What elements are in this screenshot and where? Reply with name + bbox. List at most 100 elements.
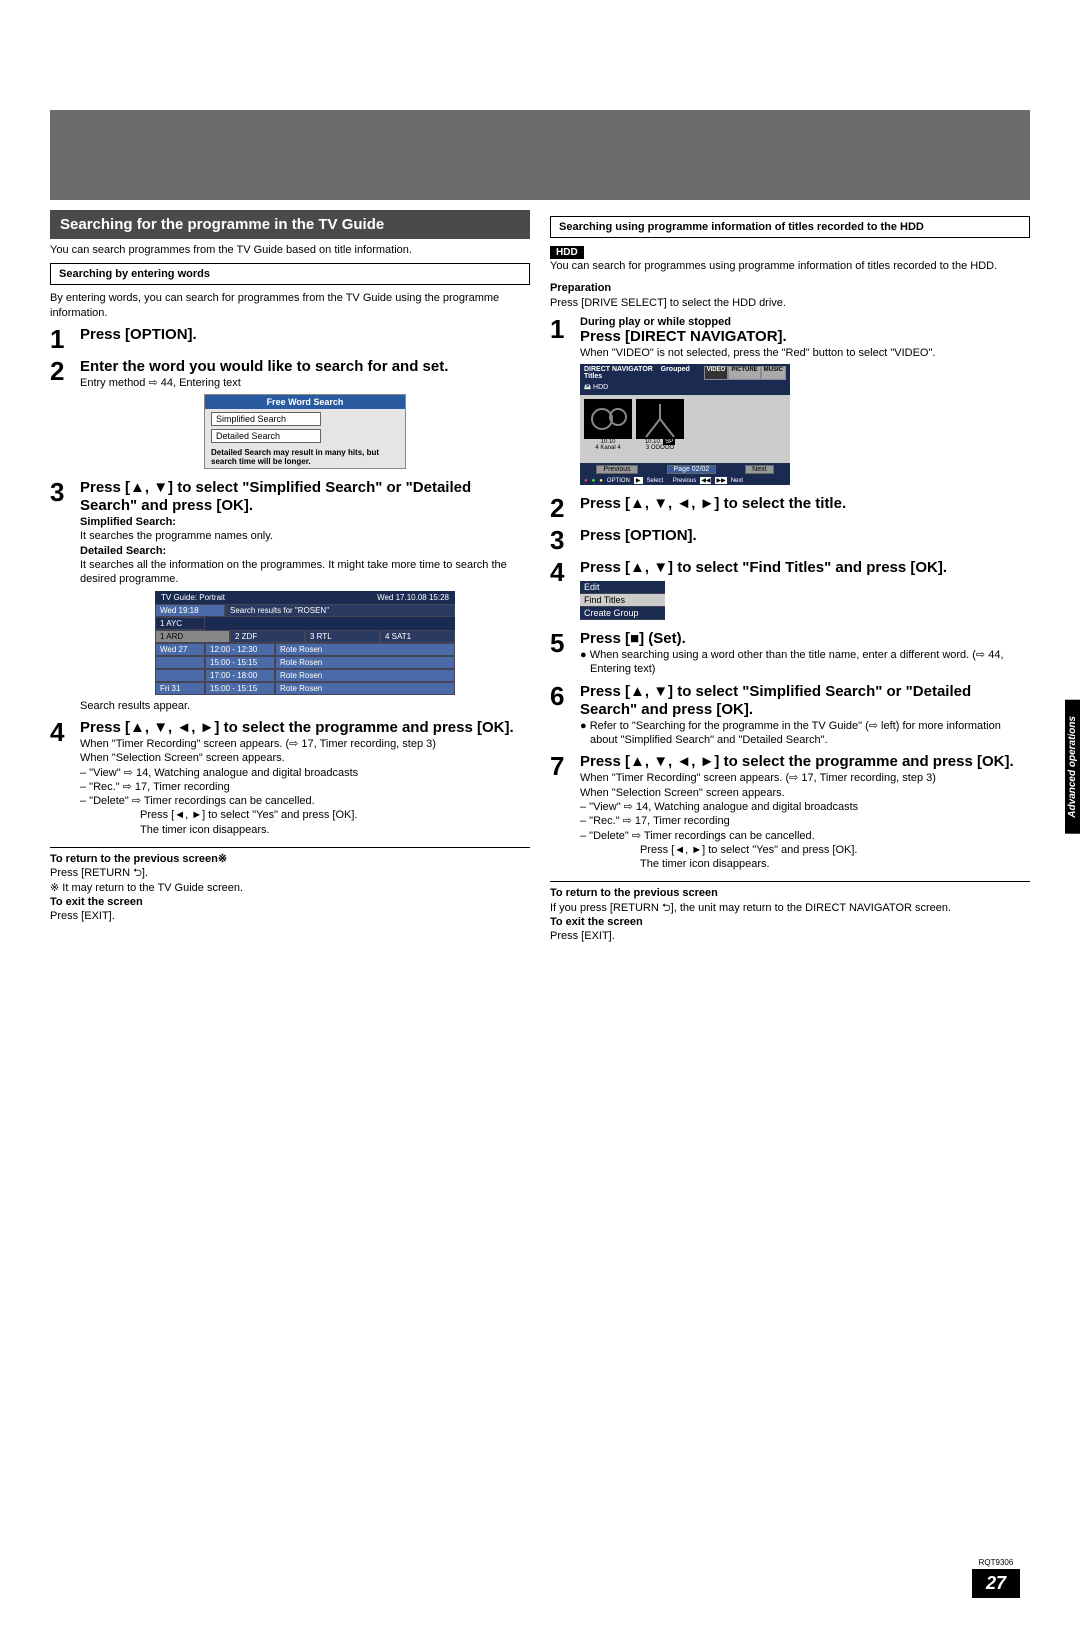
return-body: If you press [RETURN ⮌], the unit may re… bbox=[550, 901, 1030, 915]
step-number: 7 bbox=[550, 753, 580, 779]
return-title: To return to the previous screen bbox=[550, 887, 718, 899]
nav-thumb bbox=[636, 399, 684, 439]
step-number: 3 bbox=[550, 527, 580, 553]
step-number: 1 bbox=[550, 316, 580, 342]
ctrl-next: Next bbox=[731, 478, 743, 484]
nav-title: DIRECT NAVIGATOR bbox=[584, 366, 653, 373]
right-column: Searching using programme information of… bbox=[550, 210, 1030, 944]
line: When "Selection Screen" screen appears. bbox=[80, 751, 530, 765]
cell: Rote Rosen bbox=[275, 656, 455, 669]
step-number: 1 bbox=[50, 326, 80, 352]
step-note: ● When searching using a word other than… bbox=[580, 648, 1030, 677]
step-4-left: 4 Press [▲, ▼, ◄, ►] to select the progr… bbox=[50, 719, 530, 837]
step-title: Press [▲, ▼, ◄, ►] to select the program… bbox=[80, 719, 530, 737]
step-number: 3 bbox=[50, 479, 80, 505]
thumb-channel: 3 OOOOO bbox=[646, 445, 674, 451]
intro-right: You can search for programmes using prog… bbox=[550, 259, 1030, 273]
step-note: ● Refer to "Searching for the programme … bbox=[580, 719, 1030, 748]
free-word-search-graphic: Free Word Search Simplified Search Detai… bbox=[204, 394, 406, 469]
step-title: Press [▲, ▼] to select "Simplified Searc… bbox=[580, 683, 1030, 719]
line-delete: – "Delete" ⇨ Timer recordings can be can… bbox=[80, 794, 530, 808]
tripod-icon bbox=[636, 399, 684, 439]
step-number: 2 bbox=[50, 358, 80, 384]
step-2-right: 2 Press [▲, ▼, ◄, ►] to select the title… bbox=[550, 495, 1030, 521]
page-number-block: RQT9306 27 bbox=[972, 1558, 1020, 1598]
line-view: – "View" ⇨ 14, Watching analogue and dig… bbox=[80, 766, 530, 780]
edit-menu-graphic: Edit Find Titles Create Group bbox=[580, 581, 665, 620]
hdd-badge: HDD bbox=[550, 246, 584, 259]
ctrl-option: OPTION bbox=[607, 478, 630, 484]
step-1-left: 1 Press [OPTION]. bbox=[50, 326, 530, 352]
tv-icon bbox=[584, 399, 632, 439]
step-number: 2 bbox=[550, 495, 580, 521]
edit-menu-item-active: Find Titles bbox=[580, 594, 665, 607]
nav-page: Page 02/02 bbox=[667, 465, 717, 474]
exit-body: Press [EXIT]. bbox=[550, 929, 1030, 943]
tvguide-label: TV Guide: Portrait bbox=[161, 593, 225, 602]
cell: Rote Rosen bbox=[275, 682, 455, 695]
tab: 2 ZDF bbox=[230, 630, 305, 643]
sub-box-entering-words: Searching by entering words bbox=[50, 263, 530, 285]
step-sub: Entry method ⇨ 44, Entering text bbox=[80, 376, 530, 390]
left-column: Searching for the programme in the TV Gu… bbox=[50, 210, 530, 924]
cell: Fri 31 bbox=[155, 682, 205, 695]
intro-left: You can search programmes from the TV Gu… bbox=[50, 243, 530, 257]
return-body: Press [RETURN ⮌]. bbox=[50, 866, 530, 880]
step-title: Press [OPTION]. bbox=[580, 527, 1030, 545]
detailed-label: Detailed Search: bbox=[80, 545, 166, 557]
step-title: Press [▲, ▼, ◄, ►] to select the program… bbox=[580, 753, 1030, 771]
step-7-right: 7 Press [▲, ▼, ◄, ►] to select the progr… bbox=[550, 753, 1030, 871]
line-delete: – "Delete" ⇨ Timer recordings can be can… bbox=[580, 829, 1030, 843]
tvguide-datetime: Wed 17.10.08 15:28 bbox=[377, 593, 449, 602]
nav-tab: PICTURE bbox=[728, 366, 760, 380]
line-delete-sub2: The timer icon disappears. bbox=[80, 823, 530, 837]
doc-id: RQT9306 bbox=[972, 1558, 1020, 1567]
tab: 1 AYC bbox=[155, 617, 205, 630]
search-results-caption: Search results appear. bbox=[80, 699, 530, 713]
simplified-search-btn: Simplified Search bbox=[211, 412, 321, 426]
tab: 4 SAT1 bbox=[380, 630, 455, 643]
step-title: Press [OPTION]. bbox=[80, 326, 530, 344]
nav-tab: MUSIC bbox=[761, 366, 786, 380]
ctrl-select: Select bbox=[647, 478, 664, 484]
step-sub: When "VIDEO" is not selected, press the … bbox=[580, 346, 1030, 360]
step-3-right: 3 Press [OPTION]. bbox=[550, 527, 1030, 553]
line-delete-sub2: The timer icon disappears. bbox=[580, 857, 1030, 871]
nav-prev-btn: Previous bbox=[596, 465, 637, 474]
thumb-channel: 4 Kanal 4 bbox=[595, 445, 620, 451]
nav-thumb bbox=[584, 399, 632, 439]
simplified-text: It searches the programme names only. bbox=[80, 529, 530, 543]
search-results-graphic: TV Guide: Portrait Wed 17.10.08 15:28 We… bbox=[155, 591, 455, 695]
step-title: Press [▲, ▼] to select "Find Titles" and… bbox=[580, 559, 1030, 577]
cell: 17:00 - 18:00 bbox=[205, 669, 275, 682]
cell: Wed 27 bbox=[155, 643, 205, 656]
step-title: Enter the word you would like to search … bbox=[80, 358, 530, 376]
line-delete-sub1: Press [◄, ►] to select "Yes" and press [… bbox=[80, 808, 530, 822]
cell: 12:00 - 12:30 bbox=[205, 643, 275, 656]
cell: 15:00 - 15:15 bbox=[205, 682, 275, 695]
sub-box-hdd-search: Searching using programme information of… bbox=[550, 216, 1030, 238]
prep-label: Preparation bbox=[550, 282, 611, 294]
side-tab-advanced: Advanced operations bbox=[1065, 700, 1080, 834]
line-delete-sub1: Press [◄, ►] to select "Yes" and press [… bbox=[580, 843, 1030, 857]
nav-hdd-label: 🖴 HDD bbox=[580, 382, 790, 395]
separator bbox=[50, 847, 530, 848]
direct-navigator-graphic: DIRECT NAVIGATOR Grouped Titles VIDEO PI… bbox=[580, 364, 790, 485]
simplified-label: Simplified Search: bbox=[80, 516, 176, 528]
step-5-right: 5 Press [■] (Set). ● When searching usin… bbox=[550, 630, 1030, 677]
tab: 3 RTL bbox=[305, 630, 380, 643]
line-view: – "View" ⇨ 14, Watching analogue and dig… bbox=[580, 800, 1030, 814]
detailed-text: It searches all the information on the p… bbox=[80, 558, 530, 587]
step-title: Press [DIRECT NAVIGATOR]. bbox=[580, 328, 1030, 346]
cell: 15:00 - 15:15 bbox=[205, 656, 275, 669]
cell: Rote Rosen bbox=[275, 669, 455, 682]
top-banner bbox=[50, 110, 1030, 200]
step-6-right: 6 Press [▲, ▼] to select "Simplified Sea… bbox=[550, 683, 1030, 748]
tab: 1 ARD bbox=[155, 630, 230, 643]
result-label: Search results for "ROSEN" bbox=[225, 604, 455, 617]
step-title: Press [▲, ▼] to select "Simplified Searc… bbox=[80, 479, 530, 515]
line: When "Timer Recording" screen appears. (… bbox=[80, 737, 530, 751]
section-header-left: Searching for the programme in the TV Gu… bbox=[50, 210, 530, 239]
line: When "Selection Screen" screen appears. bbox=[580, 786, 1030, 800]
separator bbox=[550, 881, 1030, 882]
